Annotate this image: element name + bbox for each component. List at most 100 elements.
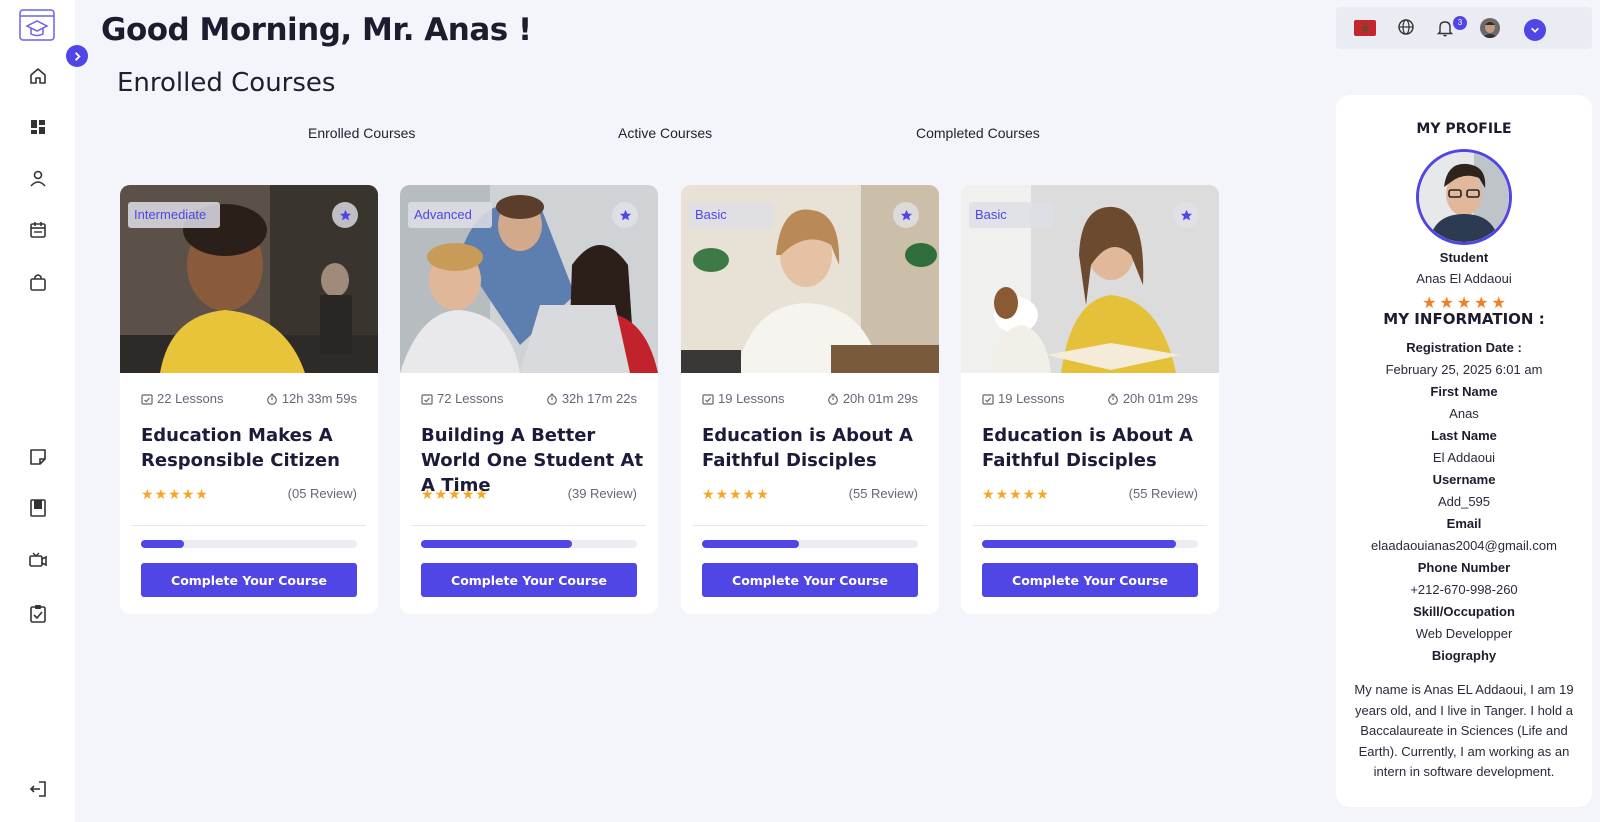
rating-star-icon: ★ (154, 486, 168, 502)
rating-star-icon: ★ (756, 486, 769, 502)
profile-panel: MY PROFILE Student Anas El Addaoui ★ ★ ★ ★ ★… (1336, 95, 1592, 807)
calendar-check-icon (702, 393, 714, 405)
video-icon[interactable] (27, 549, 49, 571)
user-icon[interactable] (27, 167, 49, 189)
rating-star-icon: ★ (1022, 486, 1036, 502)
progress-fill (982, 540, 1177, 548)
course-card[interactable]: Basic 19 Lessons 20h 01m 29s Education i… (961, 185, 1219, 614)
registration-date-label: Registration Date : (1406, 340, 1522, 355)
clipboard-check-icon[interactable] (27, 603, 49, 625)
favorite-button[interactable] (1173, 202, 1199, 228)
progress-fill (702, 540, 800, 548)
lessons-count: 72 Lessons (421, 391, 504, 406)
dashboard-icon[interactable] (27, 116, 49, 138)
morocco-flag-icon (1361, 24, 1369, 32)
course-card[interactable]: Basic 19 Lessons 20h 01m 29s Education i… (681, 185, 939, 614)
graduation-cap-logo[interactable] (19, 9, 55, 41)
duration-text: 20h 01m 29s (1122, 391, 1198, 406)
course-duration: 20h 01m 29s (1107, 391, 1198, 406)
top-toolbar: 3 (1336, 7, 1592, 49)
tab-completed-courses[interactable]: Completed Courses (916, 125, 1040, 141)
tab-enrolled-courses[interactable]: Enrolled Courses (308, 125, 415, 141)
rating-star-icon: ★ (1009, 486, 1022, 502)
language-flag-button[interactable] (1354, 20, 1376, 36)
biography-label: Biography (1431, 648, 1497, 663)
calendar-icon[interactable] (27, 219, 49, 241)
lessons-count: 19 Lessons (982, 391, 1065, 406)
course-duration: 20h 01m 29s (827, 391, 918, 406)
home-icon[interactable] (27, 65, 49, 87)
sidebar-toggle-button[interactable] (66, 45, 88, 67)
review-count: (55 Review) (848, 486, 918, 501)
account-menu-button[interactable] (1524, 19, 1546, 41)
globe-icon[interactable] (1397, 18, 1415, 41)
bell-icon[interactable] (1436, 19, 1454, 42)
course-card[interactable]: Intermediate 22 Lessons 12h 33m 59s Educ… (120, 185, 378, 614)
rating-star-icon: ★ (141, 486, 154, 502)
email-value: elaadaouianas2004@gmail.com (1371, 538, 1557, 553)
notification-badge: 3 (1453, 16, 1467, 30)
duration-text: 20h 01m 29s (842, 391, 918, 406)
lessons-text: 19 Lessons (998, 391, 1065, 406)
course-title[interactable]: Education is About A Faithful Disciples (702, 423, 927, 473)
level-badge: Intermediate (128, 202, 221, 228)
complete-course-button[interactable]: Complete Your Course (982, 563, 1198, 597)
sidebar (0, 0, 75, 822)
user-avatar[interactable] (1480, 18, 1500, 38)
first-name-value: Anas (1449, 406, 1479, 421)
phone-label: Phone Number (1417, 560, 1511, 575)
duration-text: 12h 33m 59s (281, 391, 357, 406)
review-count: (05 Review) (287, 486, 357, 501)
tab-active-courses[interactable]: Active Courses (618, 125, 712, 141)
rating-star-icon: ★ (1036, 486, 1049, 502)
book-icon[interactable] (27, 497, 49, 519)
info-heading: MY INFORMATION : (1383, 310, 1545, 328)
profile-name: Anas El Addaoui (1416, 271, 1512, 286)
timer-icon (546, 393, 557, 405)
last-name-label: Last Name (1431, 428, 1497, 443)
course-card[interactable]: Advanced 72 Lessons 32h 17m 22s Building… (400, 185, 658, 614)
favorite-button[interactable] (893, 202, 919, 228)
profile-avatar (1416, 149, 1512, 245)
divider (973, 525, 1207, 526)
registration-date-value: February 25, 2025 6:01 am (1385, 362, 1543, 377)
rating-star-icon: ★ (181, 486, 195, 502)
level-badge: Advanced (408, 202, 492, 228)
calendar-check-icon (421, 393, 433, 405)
greeting-title: Good Morning, Mr. Anas ! (101, 12, 532, 48)
complete-course-button[interactable]: Complete Your Course (141, 563, 357, 597)
complete-course-button[interactable]: Complete Your Course (702, 563, 918, 597)
calendar-check-icon (982, 393, 994, 405)
progress-bar (982, 540, 1198, 548)
profile-role: Student (1439, 250, 1489, 265)
rating-star-icon: ★ (421, 486, 434, 502)
divider (412, 525, 646, 526)
timer-icon (1107, 393, 1118, 405)
star-icon (339, 209, 351, 220)
lessons-text: 72 Lessons (437, 391, 504, 406)
favorite-button[interactable] (612, 202, 638, 228)
occupation-value: Web Developper (1415, 626, 1513, 641)
logout-icon[interactable] (27, 778, 49, 800)
favorite-button[interactable] (332, 202, 358, 228)
rating-stars: ★ ★ ★ ★ ★ (702, 487, 769, 501)
note-icon[interactable] (27, 446, 49, 468)
course-title[interactable]: Education Makes A Responsible Citizen (141, 423, 366, 473)
star-icon (1180, 209, 1192, 220)
course-title[interactable]: Education is About A Faithful Disciples (982, 423, 1207, 473)
lessons-count: 22 Lessons (141, 391, 224, 406)
calendar-check-icon (141, 393, 153, 405)
progress-bar (421, 540, 637, 548)
star-icon (900, 209, 912, 220)
rating-star-icon: ★ (461, 486, 475, 502)
duration-text: 32h 17m 22s (561, 391, 637, 406)
section-title: Enrolled Courses (117, 68, 336, 98)
chevron-right-icon (74, 51, 81, 61)
complete-course-button[interactable]: Complete Your Course (421, 563, 637, 597)
shopping-bag-icon[interactable] (27, 271, 49, 293)
course-duration: 12h 33m 59s (266, 391, 357, 406)
chevron-down-icon (1531, 27, 1539, 33)
rating-star-icon: ★ (475, 486, 488, 502)
lessons-text: 19 Lessons (718, 391, 785, 406)
rating-star-icon: ★ (715, 486, 729, 502)
